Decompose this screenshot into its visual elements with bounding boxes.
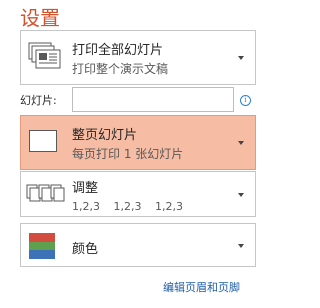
chevron-down-icon [238,193,244,197]
slide-layout-description: 每页打印 1 张幻灯片 [72,147,184,161]
color-label: 颜色 [72,242,99,257]
collate-dropdown[interactable]: 调整 1,2,3 1,2,3 1,2,3 [20,171,256,217]
edit-header-footer-link[interactable]: 编辑页眉和页脚 [163,279,240,295]
collate-pages-icon [26,184,65,202]
info-icon[interactable]: i [240,95,251,106]
slide-layout-dropdown[interactable]: 整页幻灯片 每页打印 1 张幻灯片 [20,115,256,170]
print-range-label: 打印全部幻灯片 [72,43,164,58]
page-title: 设置 [20,6,60,30]
slides-label: 幻灯片: [20,94,57,107]
chevron-down-icon [238,141,244,145]
color-dropdown[interactable]: 颜色 [20,223,256,267]
slides-stack-icon [28,42,61,69]
color-swatch-icon [29,233,55,259]
full-page-slide-icon [29,130,57,152]
collate-description: 1,2,3 1,2,3 1,2,3 [72,200,183,213]
slides-input[interactable] [72,87,234,112]
chevron-down-icon [238,244,244,248]
collate-label: 调整 [72,181,99,196]
print-range-dropdown[interactable]: 打印全部幻灯片 打印整个演示文稿 [20,30,256,85]
slide-layout-label: 整页幻灯片 [72,128,138,143]
print-range-description: 打印整个演示文稿 [72,62,169,76]
chevron-down-icon [238,56,244,60]
